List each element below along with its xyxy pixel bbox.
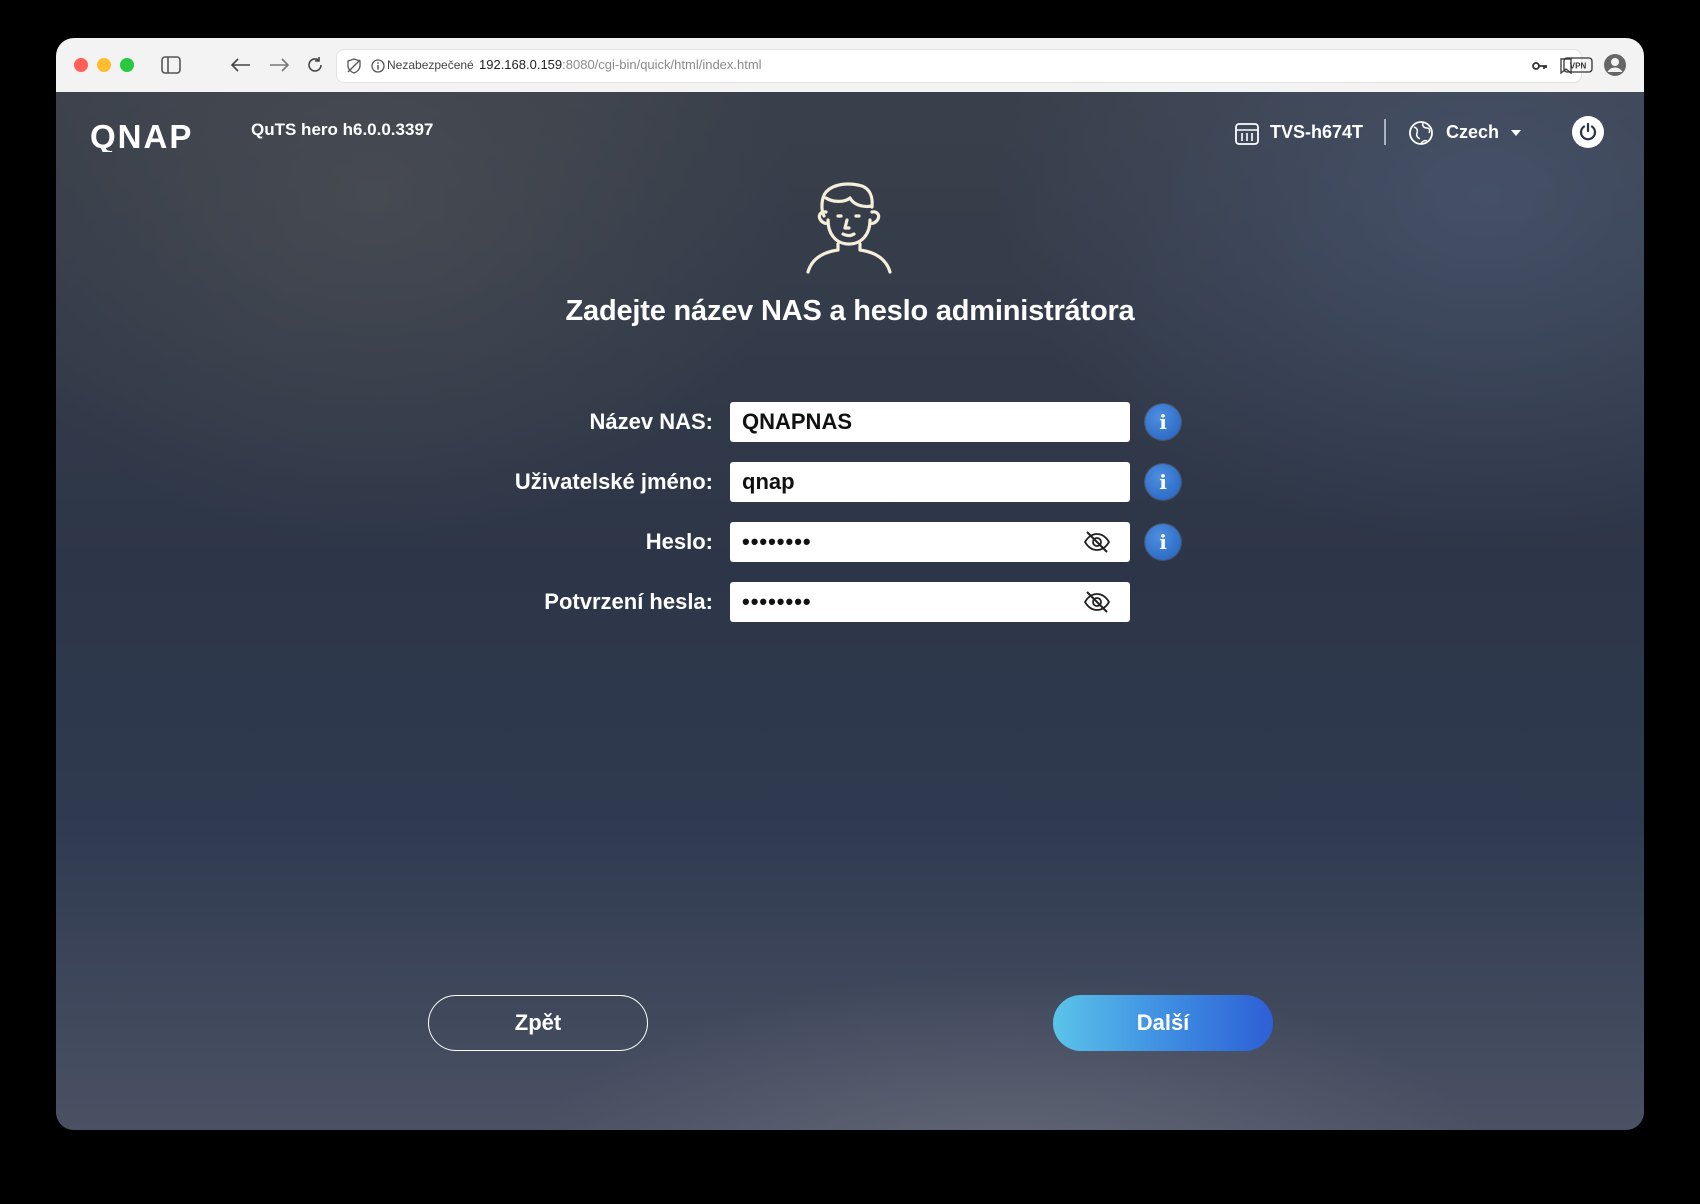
url-text[interactable]: 192.168.0.159:8080/cgi-bin/quick/html/in… (479, 57, 762, 72)
info-icon: i (1159, 530, 1167, 554)
firmware-version: QuTS hero h6.0.0.3397 (251, 120, 434, 139)
zoom-window-button[interactable] (120, 58, 134, 72)
forward-arrow-icon[interactable] (266, 52, 292, 78)
key-icon[interactable] (1527, 53, 1553, 79)
next-button[interactable]: Další (1053, 995, 1273, 1051)
eye-off-icon[interactable] (1083, 530, 1111, 554)
qnap-logo: QNAP (90, 122, 193, 152)
url-host: 192.168.0.159 (479, 57, 563, 72)
qnap-logo-text: QNAP (90, 122, 193, 152)
password-info-button[interactable]: i (1145, 524, 1181, 560)
nas-name-label: Název NAS: (589, 409, 713, 434)
qnap-setup-page: QNAP QuTS hero h6.0.0.3397 TVS-h674T Cze… (56, 92, 1644, 1130)
info-icon: i (1159, 410, 1167, 434)
password-label: Heslo: (645, 529, 713, 554)
confirm-password-row: Potvrzení hesla: (56, 582, 1644, 622)
page-title: Zadejte název NAS a heslo administrátora (565, 295, 1135, 327)
password-row: Heslo: i (56, 522, 1644, 562)
power-icon (1579, 122, 1597, 141)
power-button[interactable] (1572, 116, 1604, 148)
language-selector[interactable]: Czech (1446, 122, 1499, 143)
confirm-password-input[interactable] (730, 582, 1130, 622)
globe-icon[interactable] (1408, 120, 1434, 146)
minimize-window-button[interactable] (97, 58, 111, 72)
admin-user-illustration-icon (806, 182, 892, 274)
password-input[interactable] (730, 522, 1130, 562)
nas-device-icon (1235, 123, 1259, 145)
header-divider (1384, 119, 1386, 145)
username-info-button[interactable]: i (1145, 464, 1181, 500)
back-button[interactable]: Zpět (428, 995, 648, 1051)
shield-off-icon[interactable] (341, 53, 367, 79)
info-icon: i (1159, 470, 1167, 494)
url-path: :8080/cgi-bin/quick/html/index.html (562, 57, 762, 72)
username-row: Uživatelské jméno: i (56, 462, 1644, 502)
address-bar[interactable]: Nezabezpečené 192.168.0.159:8080/cgi-bin… (336, 49, 1582, 83)
vpn-badge[interactable]: VPN (1562, 52, 1594, 78)
browser-window: Nezabezpečené 192.168.0.159:8080/cgi-bin… (56, 38, 1644, 1130)
nas-name-info-button[interactable]: i (1145, 404, 1181, 440)
vpn-label: VPN (1570, 62, 1587, 71)
nas-name-input[interactable] (730, 402, 1130, 442)
chevron-down-icon[interactable] (1511, 130, 1521, 136)
username-input[interactable] (730, 462, 1130, 502)
security-label: Nezabezpečené (387, 58, 474, 72)
reload-icon[interactable] (302, 52, 328, 78)
eye-off-icon[interactable] (1083, 590, 1111, 614)
back-arrow-icon[interactable] (228, 52, 254, 78)
sidebar-toggle-icon[interactable] (158, 52, 184, 78)
confirm-password-label: Potvrzení hesla: (544, 589, 713, 614)
close-window-button[interactable] (74, 58, 88, 72)
profile-avatar-icon[interactable] (1602, 52, 1628, 78)
browser-toolbar: Nezabezpečené 192.168.0.159:8080/cgi-bin… (56, 38, 1644, 93)
username-label: Uživatelské jméno: (514, 469, 713, 494)
device-model: TVS-h674T (1270, 122, 1364, 142)
nas-name-row: Název NAS: i (56, 402, 1644, 442)
